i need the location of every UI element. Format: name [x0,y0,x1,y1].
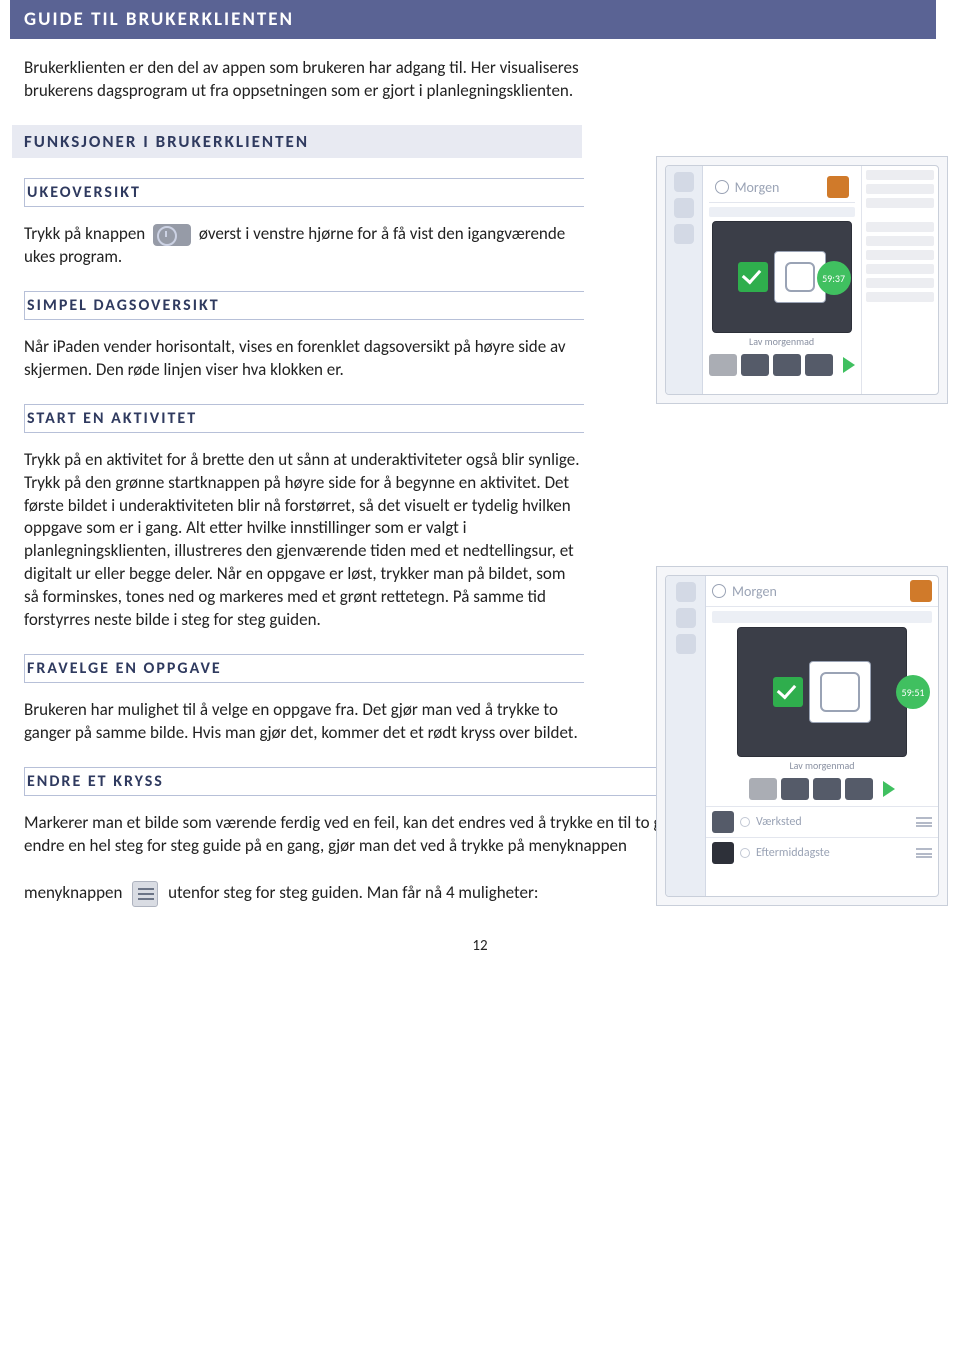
avatar [910,580,932,602]
section-ukeoversikt: UKEOVERSIKT [24,178,584,207]
play-icon [883,781,895,797]
list-item: Værksted [706,806,938,837]
screenshot-1-right-panel [861,166,938,394]
list-item: Eftermiddagste [706,837,938,868]
activity-caption: Lav morgenmad [706,759,938,772]
morning-icon [712,584,726,598]
check-icon [773,677,803,707]
ukeoversikt-body-before: Trykk på knappen [24,223,145,244]
ukeoversikt-body: Trykk på knappen øverst i venstre hjørne… [24,223,584,269]
play-icon [843,357,855,373]
menu-icon [132,881,158,907]
activity-caption: Lav morgenmad [709,335,855,348]
activity-image-icon [809,661,871,723]
eftermiddag-icon [712,842,734,864]
section-start: START EN AKTIVITET [24,404,584,433]
section-simpel: SIMPEL DAGSOVERSIKT [24,291,584,320]
screenshot-1-sidebar [666,166,703,394]
avatar [827,176,849,198]
section-funksjoner: FUNKSJONER I BRUKERKLIENTEN [12,125,582,158]
screenshot-2-header: Morgen [732,583,777,600]
morning-icon [715,180,729,194]
endre-body-after: utenfor steg for steg guiden. Man får nå… [168,882,538,903]
clock-toggle-icon [153,224,191,246]
menu-icon [916,817,932,827]
simpel-body: Når iPaden vender horisontalt, vises en … [24,336,584,382]
list-item-label: Værksted [756,815,910,829]
section-fravelge: FRAVELGE EN OPPGAVE [24,654,584,683]
thumb-row [709,354,855,376]
fravelge-body: Brukeren har mulighet til å velge en opp… [24,699,584,745]
page-title: GUIDE TIL BRUKERKLIENTEN [10,0,936,39]
timer-badge: 59:51 [896,675,930,709]
timer-badge: 59:37 [817,261,851,295]
screenshot-1: Morgen 59:37 Lav morgenmad [656,156,948,404]
circle-icon [740,817,750,827]
page-number: 12 [24,937,936,955]
list-item-label: Eftermiddagste [756,846,910,860]
vaerksted-icon [712,811,734,833]
menu-icon [916,848,932,858]
activity-tile [737,627,907,757]
start-body: Trykk på en aktivitet for å brette den u… [24,449,584,633]
thumb-row [706,778,938,800]
screenshot-2: Morgen 59:51 Lav morgenmad [656,566,948,906]
screenshot-1-header: Morgen [735,179,780,196]
circle-icon [740,848,750,858]
check-icon [738,262,768,292]
screenshot-2-sidebar [666,576,706,896]
intro-paragraph: Brukerklienten er den del av appen som b… [24,57,584,103]
